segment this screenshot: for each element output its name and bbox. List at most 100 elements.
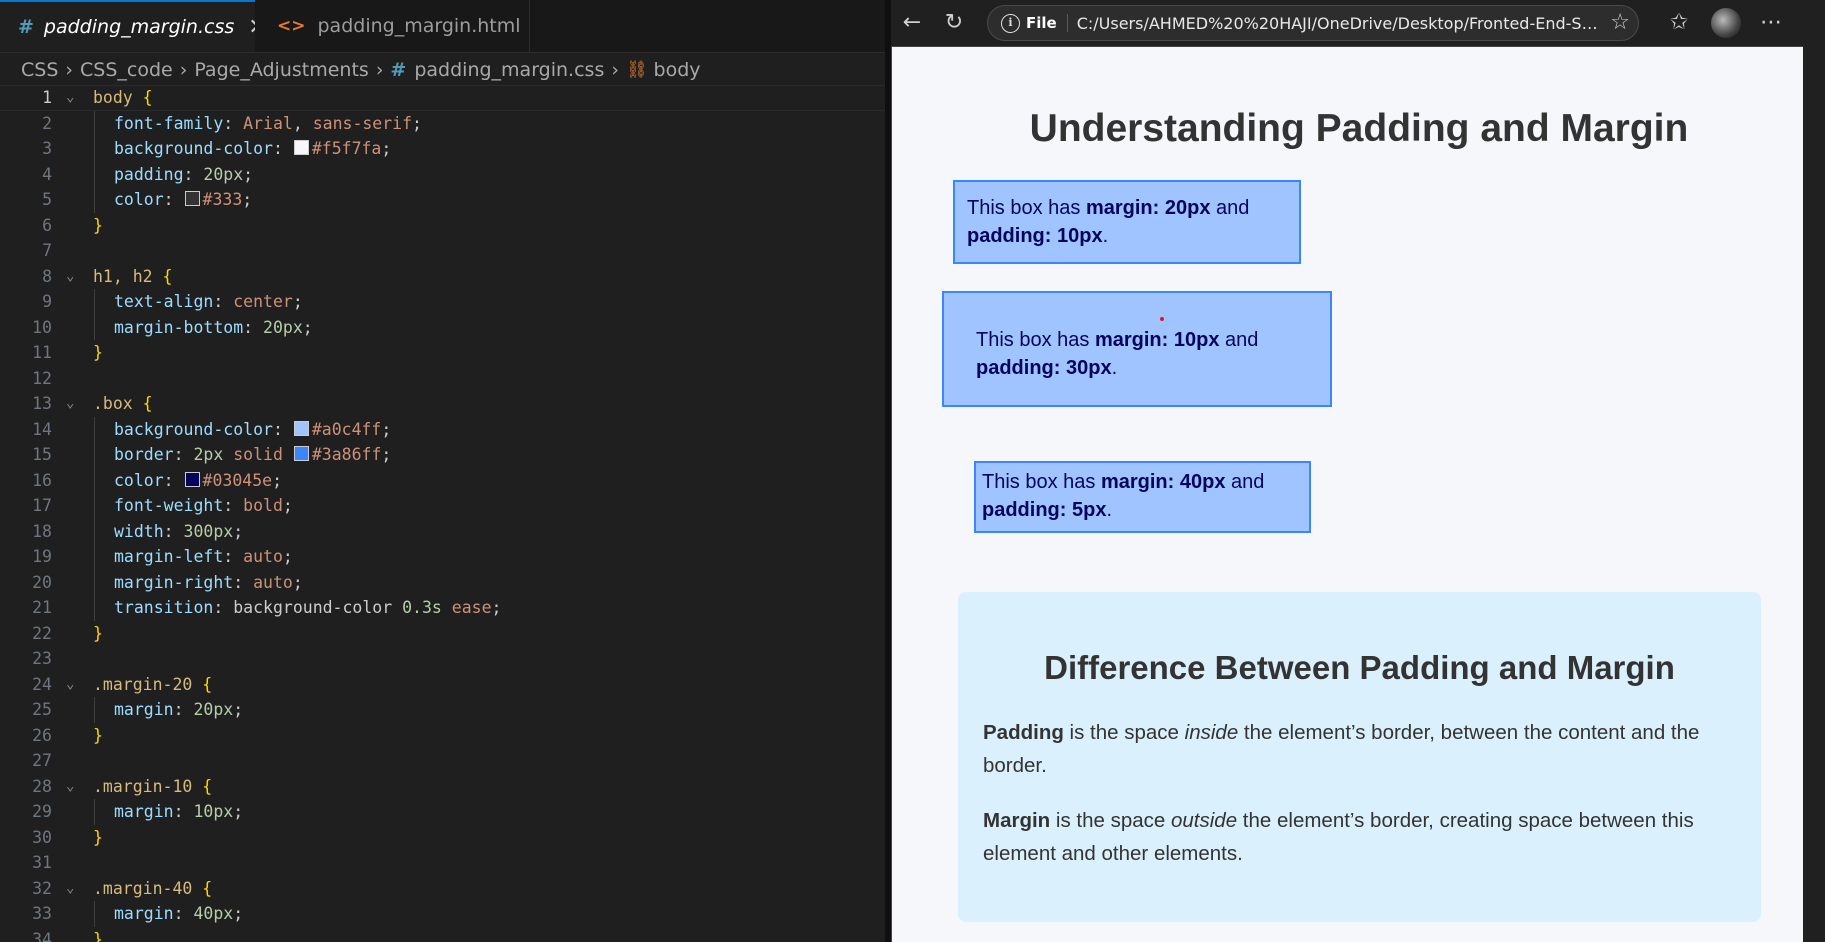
code-line[interactable]: 19 margin-left: auto;	[0, 544, 885, 570]
back-arrow-icon[interactable]: ←	[897, 8, 927, 38]
fold-chevron-icon[interactable]: ⌄	[66, 85, 74, 111]
chevron-right-icon: ›	[65, 58, 73, 81]
code-token: .margin-10	[93, 776, 203, 796]
code-line[interactable]: 24 ⌄ .margin-20 {	[0, 672, 885, 698]
more-options-icon[interactable]: ⋯	[1756, 8, 1786, 38]
code-text: .margin-40 {	[93, 876, 212, 902]
code-token: 0.3s	[402, 598, 442, 617]
line-number: 11	[32, 343, 52, 362]
code-line[interactable]: 14 background-color: #a0c4ff;	[0, 416, 885, 442]
code-line[interactable]: 31	[0, 850, 885, 876]
line-number: 21	[32, 598, 52, 617]
css-file-icon: #	[18, 16, 34, 38]
breadcrumb-item[interactable]: Page_Adjustments	[194, 59, 368, 81]
color-swatch[interactable]	[293, 420, 309, 436]
tab-label: padding_margin.css	[43, 16, 235, 38]
code-line[interactable]: 33 margin: 40px;	[0, 901, 885, 927]
code-token: {	[142, 88, 153, 107]
code-token: color	[114, 190, 164, 209]
code-line[interactable]: 13 ⌄ .box {	[0, 391, 885, 417]
breadcrumb-item[interactable]: CSS_code	[80, 59, 173, 81]
code-token: ;	[381, 445, 392, 464]
code-line[interactable]: 26}	[0, 723, 885, 749]
color-swatch[interactable]	[184, 471, 200, 487]
code-line[interactable]: 29 margin: 10px;	[0, 799, 885, 825]
padding-paragraph: Padding is the space inside the element’…	[983, 716, 1743, 782]
code-line[interactable]: 6}	[0, 213, 885, 239]
code-text: .box {	[93, 391, 153, 417]
code-line[interactable]: 25 margin: 20px;	[0, 697, 885, 723]
indent-guide	[94, 544, 95, 570]
code-token: :	[163, 521, 184, 541]
margin-10-box: This box has margin: 10px and padding: 30…	[942, 291, 1332, 407]
code-text: .margin-10 {	[93, 774, 212, 800]
favorites-icon[interactable]: ✩	[1664, 8, 1694, 38]
url-text[interactable]: C:/Users/AHMED%20%20HAJI/OneDrive/Deskto…	[1077, 14, 1607, 33]
code-token: font-family	[114, 113, 224, 133]
code-token: #3a86ff	[311, 445, 382, 464]
tab-padding-margin-css[interactable]: # padding_margin.css ✕	[0, 0, 267, 52]
code-line[interactable]: 18 width: 300px;	[0, 518, 885, 544]
code-line[interactable]: 21 transition: background-color 0.3s ease…	[0, 595, 885, 621]
code-token: sans-serif	[312, 113, 413, 133]
code-line[interactable]: 4 padding: 20px;	[0, 161, 885, 187]
code-line[interactable]: 12	[0, 366, 885, 392]
line-number: 23	[32, 649, 52, 668]
paragraph-text: is the space	[1050, 809, 1171, 832]
code-line[interactable]: 9 text-align: center;	[0, 289, 885, 315]
code-token: ;	[381, 139, 392, 158]
code-line[interactable]: 28 ⌄ .margin-10 {	[0, 774, 885, 800]
indent-guide	[94, 569, 95, 595]
code-line[interactable]: 17 font-weight: bold;	[0, 493, 885, 519]
color-swatch[interactable]	[293, 446, 309, 461]
margin-20-box: This box has margin: 20px and padding: 10…	[953, 180, 1301, 264]
code-line[interactable]: 2 font-family: Arial, sans-serif;	[0, 110, 885, 136]
code-line[interactable]: 15 border: 2px solid #3a86ff;	[0, 442, 885, 468]
favorite-star-icon[interactable]: ☆	[1610, 10, 1630, 35]
avatar[interactable]	[1711, 8, 1741, 38]
code-line[interactable]: 10 margin-bottom: 20px;	[0, 314, 885, 340]
line-number: 4	[42, 164, 52, 184]
code-token: 40px	[193, 904, 234, 923]
fold-chevron-icon[interactable]: ⌄	[66, 672, 74, 698]
code-line[interactable]: 22}	[0, 621, 885, 647]
tab-padding-margin-html[interactable]: <> padding_margin.html	[255, 0, 530, 52]
code-line[interactable]: 32 ⌄ .margin-40 {	[0, 876, 885, 902]
info-icon[interactable]: i	[1001, 13, 1020, 33]
code-line[interactable]: 8 ⌄ h1, h2 {	[0, 264, 885, 290]
line-number: 28	[32, 776, 52, 796]
box-strong: padding: 5px	[982, 499, 1107, 521]
code-line[interactable]: 27	[0, 748, 885, 774]
refresh-icon[interactable]: ↻	[939, 8, 969, 38]
code-area[interactable]: 1 ⌄ body {2 font-family: Arial, sans-serif;…	[0, 85, 885, 942]
code-text: margin: 10px;	[114, 799, 243, 825]
fold-chevron-icon[interactable]: ⌄	[66, 391, 74, 417]
fold-chevron-icon[interactable]: ⌄	[66, 774, 74, 800]
fold-chevron-icon[interactable]: ⌄	[66, 876, 74, 902]
address-bar[interactable]: i File C:/Users/AHMED%20%20HAJI/OneDrive…	[987, 5, 1639, 41]
color-swatch[interactable]	[293, 140, 309, 155]
code-line[interactable]: 11}	[0, 340, 885, 366]
code-line[interactable]: 30}	[0, 825, 885, 851]
code-line[interactable]: 1 ⌄ body {	[0, 85, 885, 111]
line-number: 7	[42, 241, 52, 260]
breadcrumb-item[interactable]: CSS	[21, 59, 58, 81]
code-line[interactable]: 23	[0, 646, 885, 672]
breadcrumb-item[interactable]: body	[654, 59, 701, 81]
line-number: 9	[42, 292, 52, 311]
code-line[interactable]: 34}	[0, 927, 885, 942]
breadcrumb-item[interactable]: padding_margin.css	[414, 59, 604, 81]
code-line[interactable]: 7	[0, 238, 885, 264]
code-text: .margin-20 {	[93, 672, 212, 698]
code-line[interactable]: 16 color: #03045e;	[0, 467, 885, 493]
symbol-icon: ⛓	[625, 59, 648, 80]
color-swatch[interactable]	[184, 191, 200, 206]
code-token: :	[163, 470, 184, 490]
box-strong: margin: 20px	[1085, 197, 1211, 219]
code-line[interactable]: 3 background-color: #f5f7fa;	[0, 136, 885, 162]
indent-guide	[94, 187, 95, 213]
fold-chevron-icon[interactable]: ⌄	[66, 264, 74, 290]
browser-toolbar: ← ↻ i File C:/Users/AHMED%20%20HAJI/OneD…	[891, 0, 1825, 46]
code-line[interactable]: 20 margin-right: auto;	[0, 569, 885, 595]
code-line[interactable]: 5 color: #333;	[0, 187, 885, 213]
